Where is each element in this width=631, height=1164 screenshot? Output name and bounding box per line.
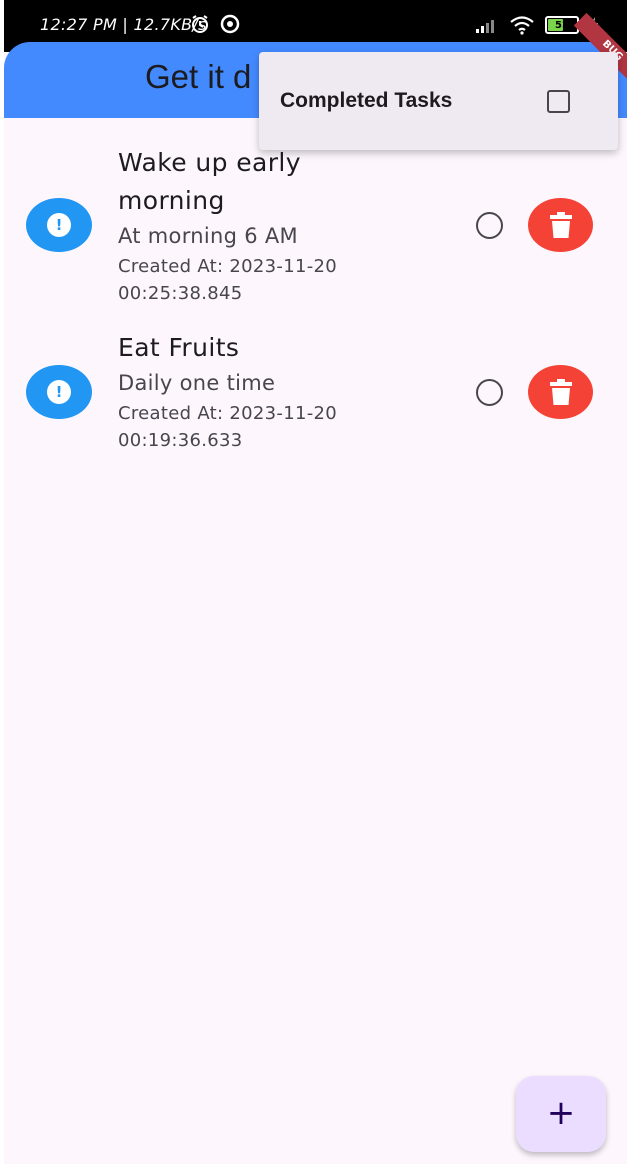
info-icon: ! [47, 380, 71, 404]
task-subtitle: At morning 6 AM [118, 224, 298, 248]
wifi-icon [510, 16, 534, 35]
task-avatar: ! [26, 198, 92, 252]
completed-tasks-checkbox[interactable] [547, 90, 570, 113]
delete-button[interactable] [528, 198, 593, 252]
menu-item-completed-tasks[interactable]: Completed Tasks [259, 52, 618, 150]
signal-icon [476, 20, 494, 33]
plus-icon: + [546, 1093, 576, 1133]
task-created-date: Created At: 2023-11-20 [118, 256, 338, 277]
task-title: Eat Fruits [118, 333, 240, 362]
task-created-time: 00:25:38.845 [118, 283, 243, 304]
task-title-continued: morning [118, 186, 225, 215]
info-icon: ! [47, 213, 71, 237]
alarm-icon [192, 15, 208, 33]
trash-icon [549, 379, 572, 405]
delete-button[interactable] [528, 365, 593, 419]
status-left-icons [190, 12, 240, 36]
trash-icon [549, 212, 572, 238]
status-time: 12:27 PM | 12.7KB/s [40, 15, 207, 34]
popup-menu: Completed Tasks [259, 52, 618, 150]
complete-radio[interactable] [476, 379, 503, 406]
page-title: Get it d [145, 58, 252, 95]
task-subtitle: Daily one time [118, 371, 276, 395]
task-avatar: ! [26, 365, 92, 419]
battery-level: 52 [555, 19, 569, 31]
task-created-date: Created At: 2023-11-20 [118, 403, 338, 424]
task-created-time: 00:19:36.633 [118, 430, 243, 451]
app-notification-icon [220, 14, 240, 34]
complete-radio[interactable] [476, 212, 503, 239]
screen: 12:27 PM | 12.7KB/s 52 Get it d BUG ! Wa… [4, 0, 627, 1164]
menu-item-label: Completed Tasks [280, 89, 453, 112]
add-task-button[interactable]: + [516, 1076, 606, 1152]
